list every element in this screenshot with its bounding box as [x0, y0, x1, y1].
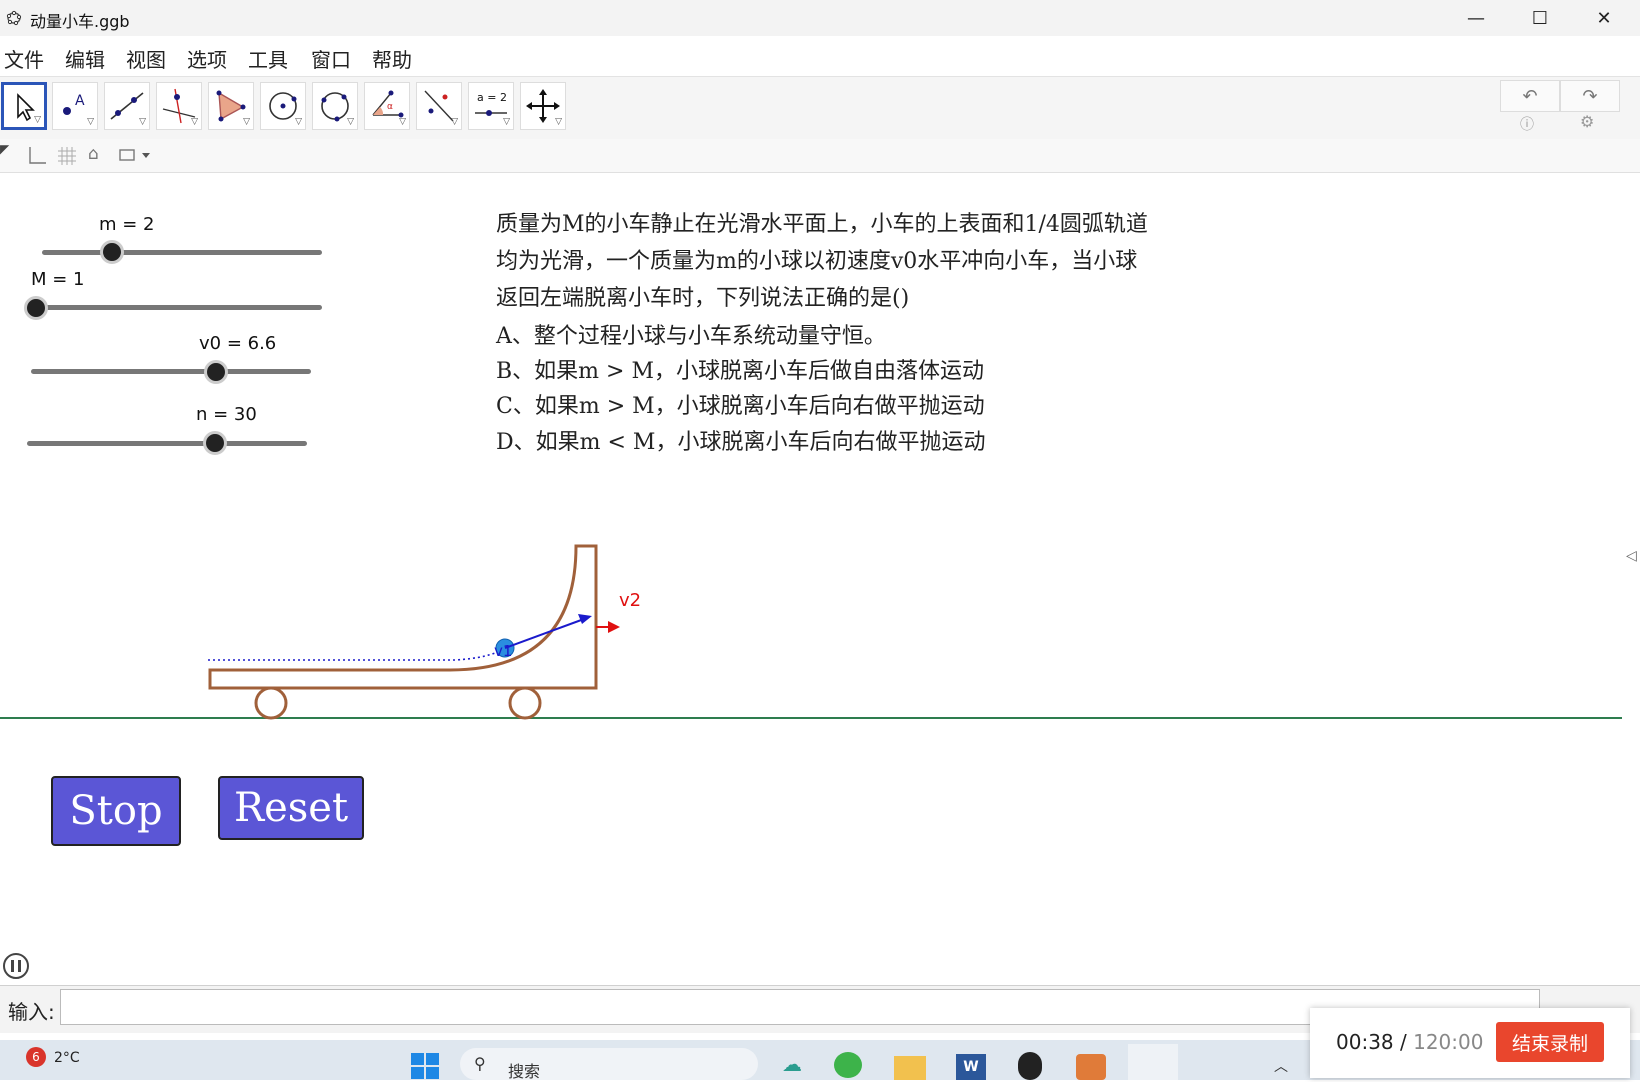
grid-icon[interactable]: [56, 145, 78, 167]
v1-label: v1: [494, 642, 513, 660]
search-icon: ⚲: [474, 1054, 486, 1073]
menu-bar: [0, 36, 1640, 77]
circle-three-points-tool-button[interactable]: ▽: [312, 82, 358, 130]
word-icon[interactable]: W: [956, 1054, 986, 1080]
reflect-tool-button[interactable]: ▽: [416, 82, 462, 130]
slider-m-knob[interactable]: [100, 240, 124, 264]
slider-m-track[interactable]: [42, 250, 322, 255]
v2-label: v2: [619, 590, 642, 611]
home-icon[interactable]: ⌂: [88, 144, 99, 164]
v2-arrowhead: [608, 621, 620, 633]
option-a: A、整个过程小球与小车系统动量守恒。: [496, 324, 886, 349]
wechat-icon[interactable]: [834, 1052, 862, 1078]
ball-trace: [208, 647, 506, 661]
svg-text:α: α: [387, 102, 393, 112]
menu-view[interactable]: 视图: [126, 44, 166, 73]
menu-edit[interactable]: 编辑: [65, 44, 105, 73]
input-label: 输入:: [8, 1000, 55, 1024]
slider-v0-knob[interactable]: [203, 360, 228, 384]
redo-button[interactable]: ↷: [1560, 80, 1620, 112]
recording-total: 120:00: [1413, 1030, 1484, 1054]
slider-M-knob[interactable]: [24, 296, 48, 320]
slider-n-track[interactable]: [27, 441, 307, 446]
option-b: B、如果m > M，小球脱离小车后做自由落体运动: [496, 359, 984, 384]
gear-icon[interactable]: ⚙: [1580, 112, 1594, 131]
perpendicular-tool-button[interactable]: ▽: [156, 82, 202, 130]
end-recording-button[interactable]: 结束录制: [1496, 1022, 1604, 1062]
menu-options[interactable]: 选项: [187, 44, 227, 73]
option-d: D、如果m < M，小球脱离小车后向右做平抛运动: [496, 430, 986, 455]
weather-badge: 6: [26, 1047, 46, 1067]
svg-text:A: A: [75, 93, 85, 109]
stop-button[interactable]: Stop: [51, 776, 181, 846]
taskbar-app-icon-1[interactable]: ☁: [782, 1052, 802, 1076]
minimize-button[interactable]: —: [1444, 0, 1508, 36]
slider-tool-button[interactable]: a = 2 ▽: [468, 82, 514, 130]
axes-icon[interactable]: [26, 145, 48, 167]
cart-wheel-left: [254, 686, 288, 720]
temperature-text[interactable]: 2°C: [54, 1050, 80, 1066]
slider-n-knob[interactable]: [202, 431, 227, 455]
pause-icon[interactable]: [2, 952, 30, 980]
recording-time: 00:38 / 120:00: [1336, 1030, 1483, 1054]
title-bar: [0, 0, 1640, 36]
recording-separator: /: [1393, 1030, 1414, 1054]
recording-elapsed: 00:38: [1336, 1030, 1394, 1054]
taskbar-search-box[interactable]: [460, 1048, 758, 1080]
menu-tools[interactable]: 工具: [248, 44, 288, 73]
qq-icon[interactable]: [1018, 1052, 1042, 1080]
geogebra-taskbar-icon[interactable]: [1128, 1044, 1178, 1080]
window-title: 动量小车.ggb: [30, 12, 130, 31]
circle-center-tool-button[interactable]: ▽: [260, 82, 306, 130]
reset-button[interactable]: Reset: [218, 776, 364, 840]
windows-start-icon[interactable]: [410, 1052, 440, 1080]
style-bar: [0, 139, 1640, 173]
media-player-icon[interactable]: [1076, 1054, 1106, 1080]
slider-M-track[interactable]: [36, 305, 322, 310]
cart-body: [208, 544, 598, 690]
close-button[interactable]: ✕: [1572, 0, 1636, 36]
polygon-tool-button[interactable]: ▽: [208, 82, 254, 130]
cart-diagram: [0, 544, 1622, 720]
undo-button[interactable]: ↶: [1500, 80, 1560, 112]
cart-wheel-right: [508, 686, 542, 720]
option-c: C、如果m > M，小球脱离小车后向右做平抛运动: [496, 394, 985, 419]
maximize-button[interactable]: ☐: [1508, 0, 1572, 36]
question-line-2: 均为光滑，一个质量为m的小球以初速度v0水平冲向小车，当小球: [496, 249, 1138, 274]
slider-v0-track[interactable]: [31, 369, 311, 374]
move-view-tool-button[interactable]: ▽: [520, 82, 566, 130]
question-line-3: 返回左端脱离小车时，下列说法正确的是(): [496, 286, 910, 311]
move-tool-button[interactable]: ▽: [1, 82, 47, 130]
point-tool-button[interactable]: A ▽: [52, 82, 98, 130]
show-hidden-icons-chevron-icon[interactable]: ︿: [1274, 1056, 1288, 1076]
line-tool-button[interactable]: ▽: [104, 82, 150, 130]
side-panel-toggle-icon[interactable]: ◁: [1626, 548, 1637, 564]
file-explorer-icon[interactable]: [894, 1056, 926, 1080]
angle-tool-button[interactable]: α ▽: [364, 82, 410, 130]
slider-M-label: M = 1: [31, 269, 85, 290]
collapse-triangle-icon[interactable]: ◤: [0, 142, 9, 156]
menu-help[interactable]: 帮助: [372, 44, 412, 73]
help-icon[interactable]: ⓘ: [1520, 114, 1534, 134]
slider-v0-label: v0 = 6.6: [199, 333, 277, 354]
geogebra-logo-icon: [6, 10, 22, 26]
menu-file[interactable]: 文件: [4, 44, 44, 73]
menu-window[interactable]: 窗口: [311, 44, 351, 73]
question-line-1: 质量为M的小车静止在光滑水平面上，小车的上表面和1/4圆弧轨道: [496, 212, 1148, 237]
taskbar-search-placeholder: 搜索: [508, 1062, 541, 1081]
point-capture-icon[interactable]: [118, 146, 158, 166]
slider-m-label: m = 2: [99, 214, 155, 235]
slider-n-label: n = 30: [196, 404, 257, 425]
